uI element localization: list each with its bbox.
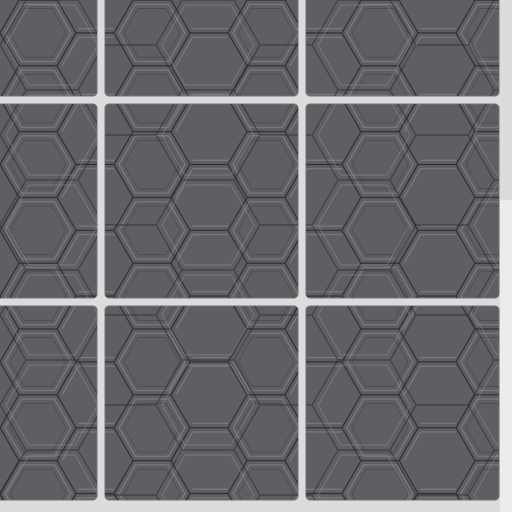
hex-pattern-large bbox=[105, 0, 298, 96]
hex-pattern-large bbox=[0, 104, 97, 298]
tile-2 bbox=[104, 0, 299, 97]
tile-6 bbox=[305, 103, 500, 299]
tile-5 bbox=[104, 103, 299, 299]
hex-pattern-large bbox=[306, 104, 499, 298]
tile-1 bbox=[0, 0, 98, 97]
hex-pattern-large bbox=[0, 306, 97, 500]
tile-texture-canvas bbox=[0, 0, 512, 512]
tile-7 bbox=[0, 305, 98, 501]
tile-3 bbox=[305, 0, 500, 97]
tile-4 bbox=[0, 103, 98, 299]
tiles-layer bbox=[0, 0, 512, 512]
hex-pattern-large bbox=[306, 0, 499, 96]
tile-grid bbox=[0, 0, 512, 512]
hex-pattern-large bbox=[306, 306, 499, 500]
edge-strip bbox=[500, 200, 512, 512]
hex-pattern-large bbox=[0, 0, 97, 96]
hex-pattern-large bbox=[105, 306, 298, 500]
hex-pattern-large bbox=[105, 104, 298, 298]
tile-8 bbox=[104, 305, 299, 501]
tile-9 bbox=[305, 305, 500, 501]
